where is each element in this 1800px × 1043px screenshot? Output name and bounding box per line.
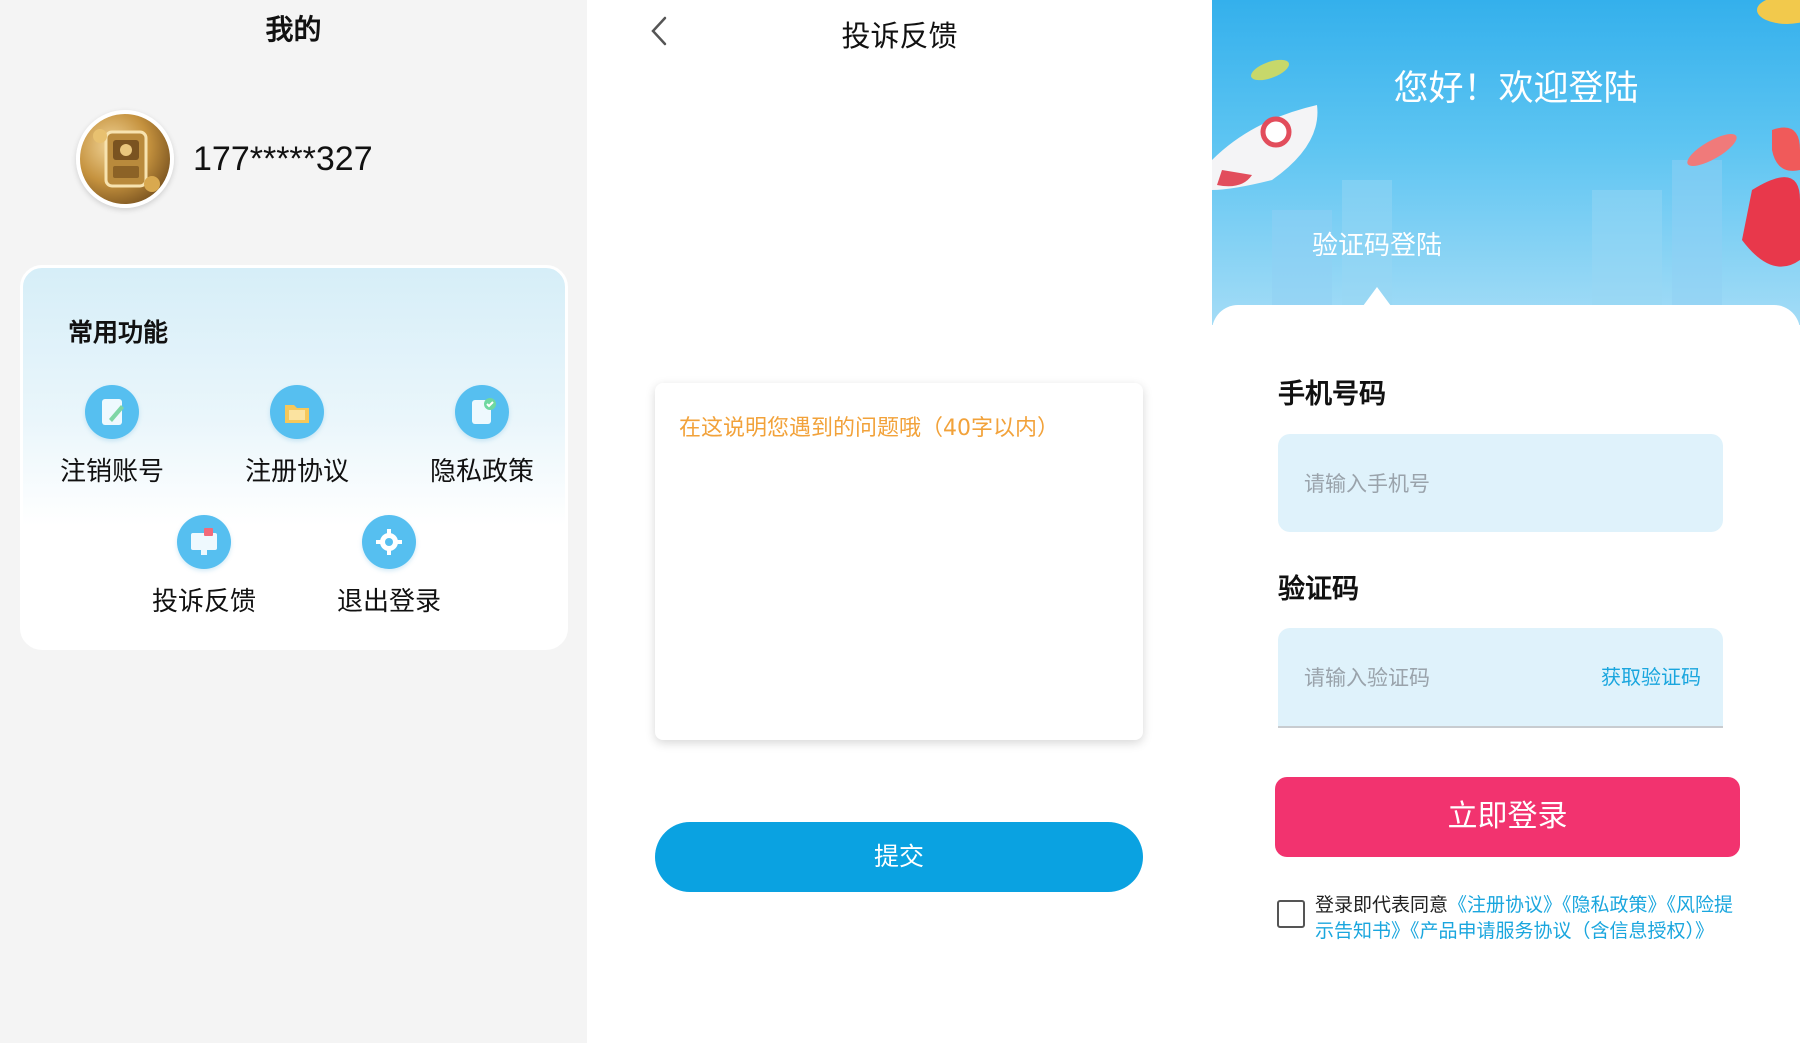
- page-title: 投诉反馈: [841, 19, 958, 53]
- tab-indicator: [1363, 287, 1391, 306]
- textarea-placeholder: 在这说明您遇到的问题哦（40字以内）: [679, 416, 1059, 441]
- get-code-button[interactable]: 获取验证码: [1601, 628, 1701, 726]
- func-label: 注销账号: [59, 457, 164, 487]
- phone-field[interactable]: [1278, 434, 1723, 534]
- func-label: 隐私政策: [429, 457, 534, 487]
- rocket-illustration: [1212, 0, 1800, 310]
- page-title: 我的: [265, 13, 322, 46]
- func-label: 投诉反馈: [151, 587, 256, 617]
- code-field[interactable]: 获取验证码: [1278, 628, 1723, 728]
- gear-icon: [362, 515, 416, 569]
- cancel-account-button[interactable]: 注销账号: [42, 385, 182, 488]
- agreement-checkbox[interactable]: [1277, 900, 1305, 928]
- submit-button[interactable]: 提交: [655, 822, 1143, 892]
- tab-code-login[interactable]: 验证码登陆: [1312, 225, 1442, 262]
- link-service-agreement[interactable]: 《产品申请服务协议（含信息授权）》: [1410, 920, 1714, 942]
- privacy-policy-button[interactable]: 隐私政策: [412, 385, 552, 488]
- logout-button[interactable]: 退出登录: [319, 515, 459, 618]
- func-label: 退出登录: [336, 587, 441, 617]
- avatar[interactable]: [76, 110, 174, 208]
- login-button[interactable]: 立即登录: [1275, 777, 1740, 857]
- feedback-monitor-icon: [177, 515, 231, 569]
- feedback-screen: 投诉反馈 在这说明您遇到的问题哦（40字以内） 提交: [587, 0, 1212, 1043]
- phone-input[interactable]: [1302, 434, 1586, 534]
- profile-screen: 我的 177*****327 常用功能 注销账号 注册协议 隐私政策 投诉反馈 …: [0, 0, 587, 1043]
- edit-document-icon: [85, 385, 139, 439]
- document-check-icon: [455, 385, 509, 439]
- code-input[interactable]: [1302, 628, 1586, 728]
- gold-figure-icon: [93, 129, 160, 192]
- agreement-prefix: 登录即代表同意: [1315, 894, 1449, 916]
- link-register-agreement[interactable]: 《注册协议》: [1448, 894, 1562, 916]
- login-hero-banner: 您好！欢迎登陆 验证码登陆: [1212, 0, 1800, 325]
- register-agreement-button[interactable]: 注册协议: [227, 385, 367, 488]
- code-label: 验证码: [1278, 574, 1359, 605]
- login-screen: 您好！欢迎登陆 验证码登陆 手机号码 验证码 获取验证码 立即登录 登录即代表同…: [1212, 0, 1800, 1043]
- link-privacy-policy[interactable]: 《隐私政策》: [1562, 894, 1667, 916]
- welcome-text: 您好！欢迎登陆: [1393, 69, 1639, 109]
- func-label: 注册协议: [244, 457, 349, 487]
- phone-label: 手机号码: [1278, 379, 1386, 410]
- folder-icon: [270, 385, 324, 439]
- user-phone: 177*****327: [193, 140, 373, 178]
- section-title: 常用功能: [68, 318, 169, 347]
- feedback-textarea[interactable]: 在这说明您遇到的问题哦（40字以内）: [655, 383, 1143, 740]
- common-functions-card: 常用功能 注销账号 注册协议 隐私政策 投诉反馈 退出登录: [20, 265, 568, 650]
- agreement-text: 登录即代表同意《注册协议》《隐私政策》《风险提示告知书》《产品申请服务协议（含信…: [1315, 892, 1735, 944]
- feedback-button[interactable]: 投诉反馈: [134, 515, 274, 618]
